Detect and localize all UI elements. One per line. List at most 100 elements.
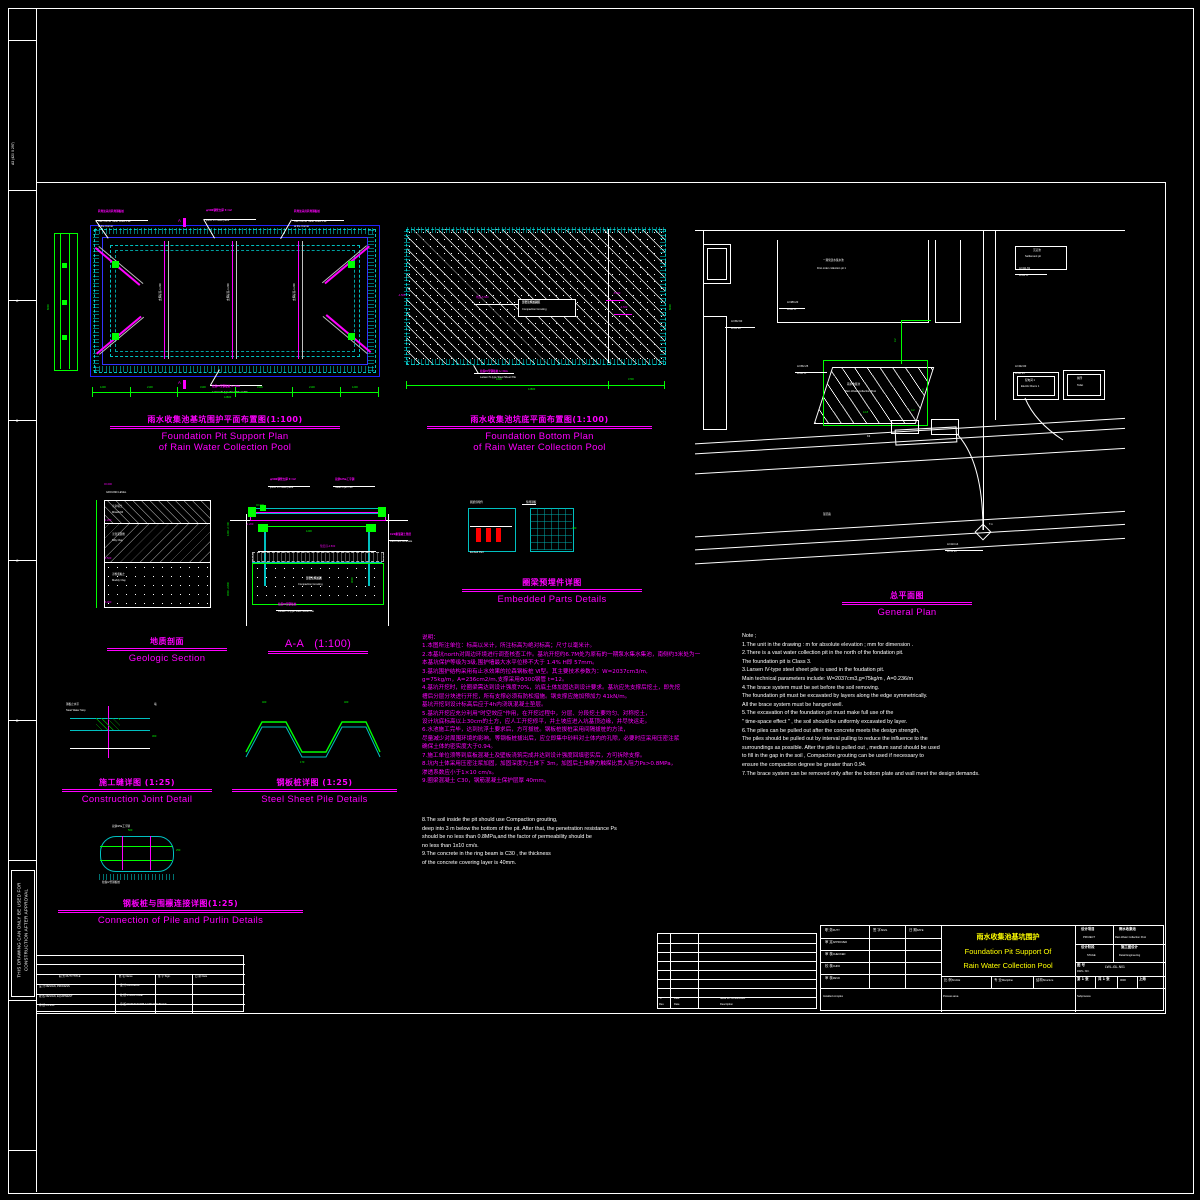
gp-dim-2: 6.0 (922, 388, 925, 392)
section-a-a: 压密注浆加固 Compaction Grouting ±0.000 -1.200… (227, 478, 413, 628)
bottom-dim-tick (664, 381, 665, 389)
bottom-divider-line (608, 229, 609, 363)
aa-compaction-en: Compaction Grouting (298, 583, 323, 586)
cj-dim: 300 (152, 735, 157, 738)
frame-tick (8, 190, 36, 191)
rev-desc: Issue for Construction (720, 997, 746, 1000)
note-en-line: 6.The piles can be pulled out after the … (742, 727, 920, 734)
gp-coord-5a: A=432.00 (1015, 365, 1027, 368)
embedded-parts-details: 圈梁预埋件 Embed Part 预埋钢板 200 (462, 500, 582, 570)
frame-tick (8, 300, 36, 301)
frame-mark-2: B (16, 419, 19, 423)
frame-tick (8, 1000, 36, 1001)
pile-dim-2: 400 (344, 701, 349, 704)
pi-col-line-4 (1137, 976, 1138, 988)
note-cn-line: 6.水池施工完毕，达到抗浮土要求后，方可拔桩。钢板桩拔桩采用间隔拔桩的方法， (422, 727, 629, 734)
rev-date: Date (674, 997, 680, 1000)
rev-row-line (658, 979, 816, 980)
note-cn-line: 槽后分层分块进行开挖，所有支撑必须有防松措施。钢支撑应施加预加力 41kN/m。 (422, 693, 631, 700)
caption-en-2: of Rain Water Collection Pool (158, 442, 292, 454)
cj-label-2: 墙 (154, 703, 157, 706)
cj-label-1: 钢板止水带 (66, 703, 79, 706)
frame-mark-1: A (16, 299, 19, 303)
aa-node-right-mid (366, 524, 376, 532)
gp-building-1-en: First order collection pit 1 (817, 267, 846, 270)
gp-coord-2b: B=80.57 (797, 372, 807, 375)
bottom-dim-line (406, 385, 664, 386)
strut-vertical-3b (302, 241, 303, 359)
caption-cn: 雨水收集池坑底平面布置图(1:100) (470, 415, 609, 424)
caption-rule (462, 589, 642, 593)
gp-coord-2a: A=352.25 (797, 365, 809, 368)
caption-connection-pile-purlin: 钢板桩与围檩连接详图(1:25) Connection of Pile and … (58, 898, 303, 926)
pi-stage-value-en: Detail Engineering (1119, 954, 1141, 957)
aa-elev-0: ±0.000 (256, 504, 264, 507)
caption-steel-sheet-pile: 钢板桩详图 (1:25) Steel Sheet Pile Details (232, 777, 397, 805)
note-en-line: 5.The excavation of the foundation pit m… (742, 710, 894, 717)
note-en-line: Main technical parameters include: W=203… (742, 675, 913, 682)
caption-construction-joint: 施工缝详图 (1:25) Construction Joint Detail (62, 777, 212, 805)
pi-stage-label-en: STAGE (1087, 954, 1096, 957)
aa-dim-left-1: 1200 -2.700 (227, 522, 230, 536)
gp-building-2-inner (707, 248, 727, 280)
brace-node-tl (112, 261, 119, 268)
pi-rev: 0000 (1120, 979, 1126, 982)
caption-rule (232, 789, 397, 793)
pi-col-line-2 (1095, 976, 1096, 988)
revision-table: 0 Date Issue for Construction Rev. Date … (657, 933, 817, 1009)
rev-number: 0 (660, 997, 662, 1000)
note-cn-line: 本基坑保护等级为3级,围护墙最大水平位移不大于 1.4% H即 57mm。 (422, 660, 598, 667)
aa-pool-top (264, 526, 368, 527)
aa-dim-mid: 1200 (306, 530, 312, 533)
caption-en-1: Connection of Pile and Purlin Details (97, 915, 264, 927)
note-cn-line: 7.施工单位须等到底板混凝土及壁板浇筑完成并达到设计强度回填密实后，方可拆除支撑… (422, 752, 646, 759)
sheet-pile-profile-svg (245, 721, 381, 758)
embed-rebar-3 (496, 528, 501, 542)
gp-coord-1a: A=352.60 (731, 320, 743, 323)
notes-en-heading: Note ; (742, 633, 757, 639)
brace-node-tr (348, 261, 355, 268)
rev-col-line (698, 934, 699, 1008)
rev-footer-date: Date (674, 1003, 680, 1006)
gp-pipe-vertical-2 (995, 230, 996, 420)
gp-small-struct-3 (931, 419, 959, 435)
note-en-line: surroundings as possible. After the pile… (742, 744, 940, 751)
aa-callout-4-en: Larsen IV-type Steel Sheet Pile (278, 610, 314, 613)
strut-label-1: 支撑标高-1.200 (159, 283, 162, 301)
rev-row-line (658, 970, 816, 971)
dim-value-4: 3100 (257, 386, 263, 389)
purlin-outline (100, 836, 174, 872)
dim-value-3: 3100 (200, 386, 206, 389)
ab-col-line (869, 926, 870, 988)
dim-total: 12800 (224, 396, 232, 399)
note-en-line: " time-space effect " , the soil should … (742, 718, 908, 725)
pi-dwgno-value: LWL-t3L-N01 (1105, 965, 1125, 969)
caption-cn: 施工缝详图 (1:25) (98, 778, 175, 787)
ab-row-4: 审 核REVD (825, 976, 840, 980)
purlin-dim: 250 (176, 849, 181, 852)
project-info-area: 设计项目 PROJECT 雨水收集池 Rain Water Collection… (1075, 926, 1165, 1012)
soil-layer-2-label-en: Silty Clay (112, 539, 123, 542)
sig-right-row-2: 校 核 STRUCTURE (120, 994, 143, 997)
callout-2-en1: φ300 PO steel parts (206, 219, 230, 222)
aa-strut-pipe (252, 508, 384, 514)
dim-tick (292, 387, 293, 397)
strut-vertical-2b (236, 241, 237, 359)
compaction-label-box: 压密注浆加固区 Compaction Grouting (518, 299, 576, 317)
caption-section-aa: A-A (1:100) (268, 639, 368, 656)
rev-row-line (658, 961, 816, 962)
purlin-web-1 (122, 836, 123, 870)
pile-dim-1: 400 (262, 701, 267, 704)
note-en-line: 2.There is a vast water collection pit i… (742, 650, 904, 657)
callout-3-en1: Use Corner Steel Sheet Pile (294, 220, 327, 223)
pi-col-line-3 (1117, 976, 1118, 988)
gp-site-top-edge (695, 230, 1125, 231)
bottom-zigzag-right (660, 230, 666, 364)
aa-elev-1: -1.200 (246, 523, 254, 526)
gp-toilet-cn: 厕所 (1077, 377, 1083, 380)
ground-level-label: GROUND LEVEL (106, 491, 127, 494)
caption-en-1: Embedded Parts Details (497, 594, 607, 606)
pi-sheet: 第 1 张 (1077, 977, 1089, 981)
ab-row-line (821, 962, 941, 963)
gp-dim-3: 12.8 (863, 411, 869, 414)
